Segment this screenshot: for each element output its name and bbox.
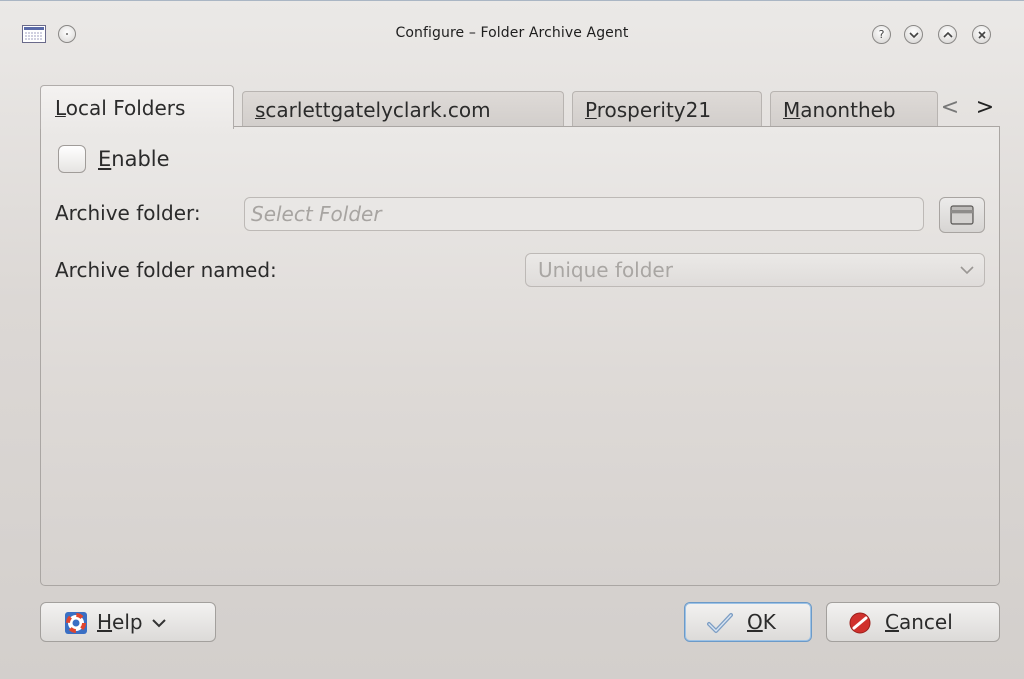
cancel-button[interactable]: Cancel — [826, 602, 1000, 642]
help-button-label: Help — [97, 610, 143, 634]
account-tab-bar: Local Folders scarlettgatelyclark.com Pr… — [40, 85, 1010, 129]
chevron-down-icon — [152, 619, 166, 628]
tab-label: carlettgatelyclark.com — [265, 98, 491, 122]
archive-folder-named-label: Archive folder named: — [55, 258, 277, 282]
enable-label-text: nable — [111, 147, 170, 171]
checkmark-icon — [707, 613, 733, 633]
help-question-icon: ? — [878, 28, 885, 41]
ok-button[interactable]: OK — [684, 602, 812, 642]
configure-dialog: Configure – Folder Archive Agent ? Local… — [0, 0, 1024, 679]
close-icon — [978, 31, 986, 39]
close-button[interactable] — [972, 25, 991, 44]
tab-mnemonic: P — [585, 98, 597, 122]
folder-icon — [950, 205, 974, 225]
help-lifebuoy-icon — [65, 612, 87, 634]
tab-local-folders[interactable]: Local Folders — [40, 85, 234, 129]
chevron-down-icon — [960, 266, 974, 275]
tab-label: rosperity21 — [596, 98, 712, 122]
tab-scarlettgatelyclark[interactable]: scarlettgatelyclark.com — [242, 91, 564, 127]
enable-mnemonic: E — [98, 147, 112, 171]
tab-label: ocal Folders — [65, 96, 186, 120]
chevron-up-icon — [943, 31, 953, 38]
tab-manontheb[interactable]: Manontheb — [770, 91, 938, 127]
cancel-button-label: Cancel — [885, 610, 953, 634]
tab-mnemonic: L — [55, 96, 66, 120]
chevron-down-icon — [909, 32, 919, 39]
minimize-button[interactable] — [904, 25, 923, 44]
selected-option: Unique folder — [538, 258, 673, 282]
tab-label: anontheb — [800, 98, 896, 122]
select-folder-button[interactable] — [939, 197, 985, 233]
tab-mnemonic: M — [783, 98, 801, 122]
cancel-icon — [849, 612, 871, 634]
enable-label[interactable]: Enable — [98, 145, 170, 173]
title-bar: Configure – Folder Archive Agent ? — [0, 1, 1024, 61]
maximize-button[interactable] — [938, 25, 957, 44]
tab-mnemonic: s — [255, 98, 266, 122]
help-button[interactable]: Help — [40, 602, 216, 642]
tab-scroll-left-button[interactable]: < — [940, 95, 960, 120]
archive-folder-named-select[interactable]: Unique folder — [525, 253, 985, 287]
archive-folder-input[interactable] — [244, 197, 924, 231]
tab-panel — [40, 126, 1000, 586]
enable-checkbox[interactable] — [58, 145, 86, 173]
tab-scroll-right-button[interactable]: > — [975, 95, 995, 120]
ok-button-label: OK — [747, 610, 776, 634]
context-help-button[interactable]: ? — [872, 25, 891, 44]
window-title: Configure – Folder Archive Agent — [395, 25, 629, 41]
tab-prosperity21[interactable]: Prosperity21 — [572, 91, 762, 127]
archive-folder-label: Archive folder: — [55, 201, 201, 225]
